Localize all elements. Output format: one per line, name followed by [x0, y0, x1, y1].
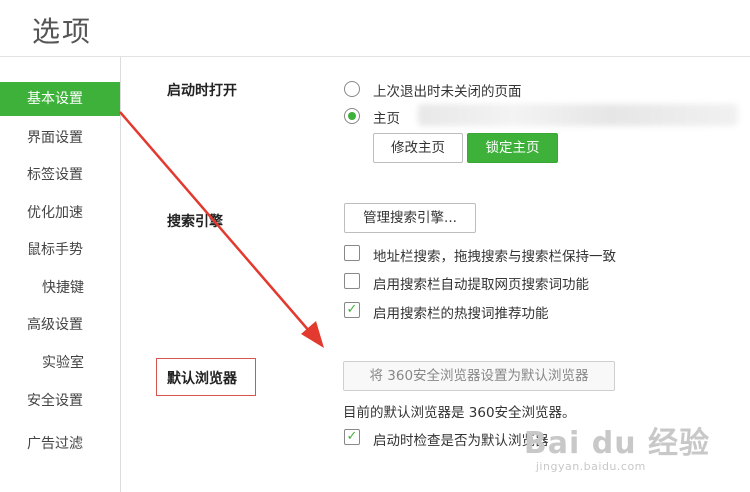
- sidebar-item-ad-filter[interactable]: 广告过滤: [0, 427, 120, 461]
- sidebar-item-label: 基本设置: [27, 91, 83, 107]
- sidebar-item-mouse-gestures[interactable]: 鼠标手势: [0, 233, 120, 267]
- set-default-browser-button[interactable]: 将 360安全浏览器设置为默认浏览器: [343, 361, 615, 391]
- auto-extract-keywords-label: 启用搜索栏自动提取网页搜索词功能: [373, 277, 589, 293]
- baidu-watermark: Bai du 经验 jingyan.baidu.com: [523, 418, 710, 473]
- sidebar-item-basic-settings[interactable]: 基本设置: [0, 82, 120, 116]
- startup-section-label: 启动时打开: [167, 83, 237, 99]
- edit-homepage-button[interactable]: 修改主页: [373, 133, 463, 163]
- sync-search-label: 地址栏搜索，拖拽搜索与搜索栏保持一致: [373, 249, 616, 265]
- lock-homepage-button[interactable]: 锁定主页: [467, 133, 558, 163]
- checkbox-auto-extract-keywords[interactable]: [344, 273, 360, 289]
- check-default-on-startup-label: 启动时检查是否为默认浏览器: [373, 433, 549, 449]
- sidebar-nav: 基本设置 界面设置 标签设置 优化加速 鼠标手势 快捷键 高级设置 实验室 安全…: [0, 57, 121, 492]
- hot-search-suggestions-label: 启用搜索栏的热搜词推荐功能: [373, 306, 549, 322]
- sidebar-item-label: 安全设置: [27, 393, 83, 409]
- page-title: 选项: [32, 15, 93, 48]
- sidebar-item-shortcuts[interactable]: 快捷键: [0, 271, 120, 305]
- checkbox-hot-search-suggestions[interactable]: ✓: [344, 302, 360, 318]
- sidebar-item-tab-settings[interactable]: 标签设置: [0, 158, 120, 192]
- sidebar-item-interface-settings[interactable]: 界面设置: [0, 121, 120, 155]
- checkbox-sync-search[interactable]: [344, 245, 360, 261]
- sidebar-item-security-settings[interactable]: 安全设置: [0, 384, 120, 418]
- sidebar-item-label: 广告过滤: [27, 436, 83, 452]
- sidebar-item-label: 鼠标手势: [27, 242, 83, 258]
- sidebar-item-label: 实验室: [42, 355, 84, 371]
- sidebar-item-label: 界面设置: [27, 130, 83, 146]
- watermark-url-text: jingyan.baidu.com: [535, 460, 646, 473]
- sidebar-item-label: 标签设置: [27, 167, 83, 183]
- manage-search-engines-button[interactable]: 管理搜索引擎...: [344, 203, 476, 233]
- sidebar-item-lab[interactable]: 实验室: [0, 346, 120, 380]
- sidebar-item-label: 高级设置: [27, 317, 83, 333]
- radio-homepage[interactable]: [344, 108, 360, 124]
- checkbox-check-default-on-startup[interactable]: ✓: [344, 429, 360, 445]
- sidebar-item-label: 优化加速: [27, 205, 83, 221]
- restore-last-session-label: 上次退出时未关闭的页面: [373, 84, 522, 100]
- sidebar-item-optimize-speed[interactable]: 优化加速: [0, 196, 120, 230]
- search-section-label: 搜索引擎: [167, 214, 223, 230]
- watermark-logo-text: Bai du 经验: [523, 426, 710, 461]
- sidebar-item-advanced-settings[interactable]: 高级设置: [0, 308, 120, 342]
- default-browser-section-label: 默认浏览器: [167, 371, 237, 387]
- homepage-label: 主页: [373, 111, 400, 127]
- sidebar-item-label: 快捷键: [42, 280, 84, 296]
- checkmark-icon: ✓: [346, 302, 358, 317]
- checkmark-icon: ✓: [346, 429, 358, 444]
- radio-restore-last-session[interactable]: [344, 81, 360, 97]
- homepage-url-blurred: [418, 104, 738, 126]
